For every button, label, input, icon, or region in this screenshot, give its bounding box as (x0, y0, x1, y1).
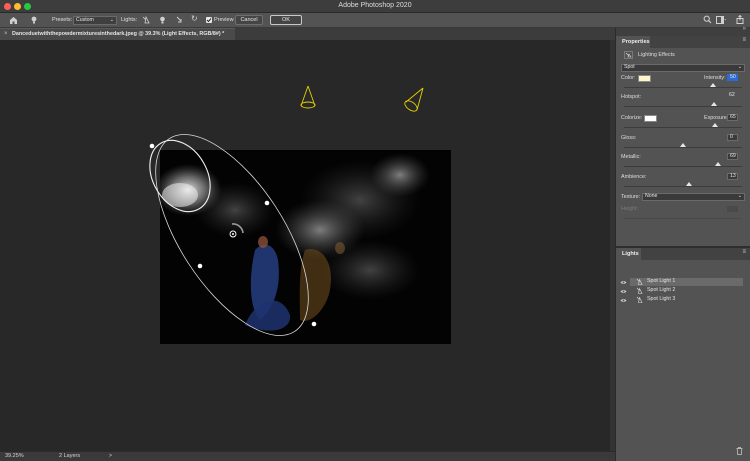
lights-panel-menu-icon[interactable]: ≡ (742, 249, 746, 255)
chevron-down-icon: ⌄ (109, 17, 114, 23)
hotspot-field[interactable]: 62 (727, 92, 738, 100)
close-tab-icon[interactable]: × (4, 29, 8, 40)
light-item-label: Spot Light 1 (647, 278, 676, 284)
properties-tab-label[interactable]: Properties (616, 36, 650, 48)
eye-icon[interactable] (620, 296, 627, 309)
lighting-effects-icon (624, 51, 633, 59)
lighting-overlay[interactable] (0, 40, 610, 451)
light-item-body[interactable]: Spot Light 2 (630, 287, 743, 295)
ellipse-handle[interactable] (197, 263, 203, 269)
exposure-slider-thumb[interactable] (711, 123, 718, 127)
chevron-down-icon: ⌄ (737, 64, 742, 70)
share-icon[interactable] (736, 14, 744, 26)
spot-light-1-widget[interactable] (126, 110, 338, 360)
chevron-right-icon[interactable]: > (109, 452, 112, 461)
ellipse-handle[interactable] (149, 143, 155, 149)
light-item-label: Spot Light 2 (647, 287, 676, 293)
options-bar: Presets: Custom ⌄ Lights: ↻ Preview Canc… (0, 13, 750, 28)
app-title: Adobe Photoshop 2020 (338, 2, 412, 9)
intensity-label: Intensity: (704, 75, 726, 81)
spot-light-3-widget[interactable] (403, 87, 424, 113)
hotspot-slider[interactable] (624, 106, 742, 107)
light-list-item[interactable]: Spot Light 3 (616, 296, 750, 305)
workspace-icon[interactable] (716, 16, 727, 26)
light-list-item[interactable]: Spot Light 2 (616, 287, 750, 296)
gloss-label: Gloss: (621, 135, 637, 141)
point-light-icon[interactable] (159, 16, 166, 26)
light-type-value: Spot (624, 64, 635, 70)
height-slider-disabled (624, 218, 742, 219)
right-panel: » Properties Properties ≡ Lighting Effec… (615, 26, 750, 461)
hotspot-label: Hotspot: (621, 94, 642, 100)
ellipse-handle[interactable] (311, 321, 317, 327)
ellipse-handle[interactable] (264, 200, 270, 206)
gloss-field[interactable]: 0 (727, 134, 738, 141)
exposure-slider[interactable] (624, 127, 742, 128)
intensity-slider-thumb[interactable] (709, 83, 716, 87)
exposure-field[interactable]: 65 (727, 114, 738, 121)
ambience-slider[interactable] (624, 186, 742, 187)
status-bar: 39.25% 2 Layers > (0, 451, 615, 461)
metallic-field[interactable]: 69 (727, 153, 738, 160)
lights-panel: Lights ≡ Spot Light 1 Spot Light 2 Spot Li… (616, 246, 750, 461)
spot-light-icon (636, 296, 643, 308)
preview-label: Preview (214, 17, 234, 23)
ambience-label: Ambience: (621, 174, 647, 180)
gloss-slider[interactable] (624, 147, 742, 148)
presets-dropdown[interactable]: Custom ⌄ (73, 16, 117, 25)
intensity-field[interactable]: 50 (727, 74, 738, 81)
properties-panel: Properties Properties ≡ Lighting Effects… (616, 36, 750, 264)
texture-dropdown[interactable]: None ⌄ (642, 193, 745, 201)
preview-checkbox[interactable] (206, 17, 212, 23)
presets-label: Presets: (52, 17, 73, 23)
metallic-slider[interactable] (624, 166, 742, 167)
panel-menu-icon[interactable]: ≡ (742, 37, 746, 43)
panel-header-strip: » (616, 26, 750, 36)
lights-tab[interactable]: Lights (616, 248, 641, 260)
reset-icon[interactable]: ↻ (191, 15, 198, 23)
ambience-field[interactable]: 13 (727, 173, 738, 180)
collapse-panel-icon[interactable]: » (743, 26, 746, 32)
light-type-dropdown[interactable]: Spot ⌄ (621, 64, 745, 72)
infinite-light-icon[interactable] (176, 16, 184, 26)
gloss-slider-thumb[interactable] (680, 143, 686, 147)
spot-light-2-widget[interactable] (300, 85, 316, 109)
intensity-slider[interactable] (624, 87, 742, 88)
title-bar: Adobe Photoshop 2020 (0, 0, 750, 13)
colorize-swatch[interactable] (644, 115, 657, 122)
light-item-body[interactable]: Spot Light 3 (630, 296, 743, 304)
properties-header: Lighting Effects (638, 52, 675, 58)
home-icon[interactable] (9, 16, 18, 26)
cancel-button[interactable]: Cancel (235, 15, 263, 25)
texture-label: Texture: (621, 194, 641, 200)
ok-button[interactable]: OK (270, 15, 302, 25)
light-list-item[interactable]: Spot Light 1 (616, 278, 750, 287)
height-field-disabled (727, 206, 738, 212)
metallic-slider-thumb[interactable] (715, 162, 722, 166)
document-tab[interactable]: × Danceduetwiththepowdermixturesinthedar… (0, 28, 235, 40)
light-bulb-icon[interactable] (31, 16, 37, 26)
light-item-body[interactable]: Spot Light 1 (630, 278, 743, 286)
metallic-label: Metallic: (621, 154, 641, 160)
exposure-label: Exposure: (704, 115, 729, 121)
spot-light-icon[interactable] (142, 15, 150, 26)
search-icon[interactable] (703, 15, 712, 26)
color-swatch[interactable] (638, 75, 651, 82)
chevron-down-icon: ⌄ (737, 193, 742, 199)
ambience-slider-thumb[interactable] (685, 182, 692, 186)
trash-icon[interactable] (736, 447, 743, 457)
document-tab-title: Danceduetwiththepowdermixturesinthedark.… (12, 31, 225, 37)
layer-count: 2 Layers (59, 453, 81, 459)
height-label: Height: (621, 206, 639, 212)
hotspot-slider-thumb[interactable] (710, 102, 717, 106)
texture-value: None (645, 193, 658, 199)
presets-value: Custom (76, 17, 94, 23)
light-item-label: Spot Light 3 (647, 296, 676, 302)
lights-label: Lights: (121, 17, 138, 23)
colorize-label: Colorize: (621, 115, 643, 121)
color-label: Color: (621, 75, 636, 81)
zoom-level[interactable]: 39.25% (5, 452, 24, 461)
